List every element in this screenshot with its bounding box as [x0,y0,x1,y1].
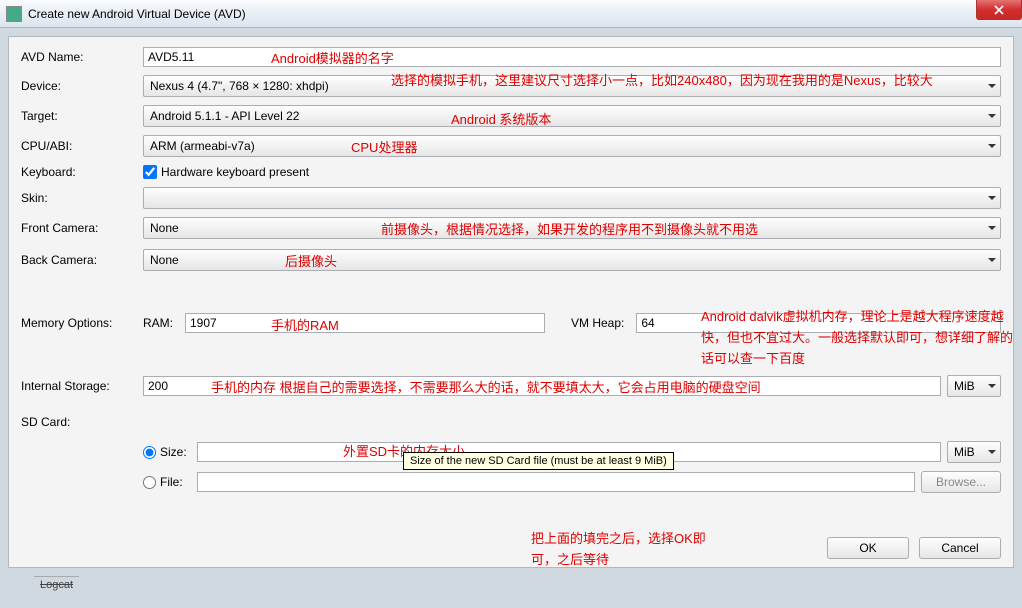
app-icon [6,6,22,22]
front-camera-label: Front Camera: [21,221,143,235]
back-camera-label: Back Camera: [21,253,143,267]
device-label: Device: [21,79,143,93]
front-camera-combo[interactable]: None [143,217,1001,239]
internal-storage-label: Internal Storage: [21,379,143,393]
front-camera-value: None [150,221,179,235]
close-button[interactable] [976,0,1022,20]
sd-size-radio-label: Size: [160,445,187,459]
internal-storage-unit-value: MiB [954,379,975,393]
chevron-down-icon [988,114,996,118]
keyboard-checkbox[interactable] [143,165,157,179]
sd-card-label: SD Card: [21,415,143,429]
cpuabi-label: CPU/ABI: [21,139,143,153]
dialog-body: AVD Name: Android模拟器的名字 Device: Nexus 4 … [8,36,1014,568]
chevron-down-icon [988,226,996,230]
target-label: Target: [21,109,143,123]
sd-file-radio-label: File: [160,475,183,489]
keyboard-label: Keyboard: [21,165,143,179]
target-combo[interactable]: Android 5.1.1 - API Level 22 [143,105,1001,127]
sd-size-radio[interactable] [143,446,156,459]
sd-size-input[interactable] [197,442,941,462]
back-camera-combo[interactable]: None [143,249,1001,271]
titlebar: Create new Android Virtual Device (AVD) [0,0,1022,28]
avd-name-label: AVD Name: [21,50,143,64]
annotation-final: 把上面的填完之后，选择OK即可，之后等待 [531,529,711,571]
sd-card-group: Size: MiB 外置SD卡的内存大小 Size of the new SD … [143,437,1001,505]
ram-label: RAM: [143,316,173,330]
chevron-down-icon [988,450,996,454]
vm-heap-input[interactable] [636,313,1001,333]
chevron-down-icon [988,144,996,148]
cancel-button[interactable]: Cancel [919,537,1001,559]
keyboard-checkbox-label: Hardware keyboard present [161,165,309,179]
avd-name-input[interactable] [143,47,1001,67]
target-combo-value: Android 5.1.1 - API Level 22 [150,109,299,123]
cpuabi-combo-value: ARM (armeabi-v7a) [150,139,255,153]
chevron-down-icon [988,258,996,262]
sd-file-input [197,472,915,492]
device-combo-value: Nexus 4 (4.7", 768 × 1280: xhdpi) [150,79,329,93]
ram-input[interactable] [185,313,545,333]
chevron-down-icon [988,384,996,388]
vm-heap-label: VM Heap: [571,316,624,330]
sd-file-radio[interactable] [143,476,156,489]
back-camera-value: None [150,253,179,267]
taskbar-item: Logcat [34,576,79,593]
window-title: Create new Android Virtual Device (AVD) [28,7,246,21]
browse-button: Browse... [921,471,1001,493]
ok-button[interactable]: OK [827,537,909,559]
sd-size-unit-value: MiB [954,445,975,459]
chevron-down-icon [988,196,996,200]
skin-combo[interactable] [143,187,1001,209]
memory-options-label: Memory Options: [21,316,143,330]
cpuabi-combo[interactable]: ARM (armeabi-v7a) [143,135,1001,157]
internal-storage-input[interactable] [143,376,941,396]
chevron-down-icon [988,84,996,88]
skin-label: Skin: [21,191,143,205]
internal-storage-unit-combo[interactable]: MiB [947,375,1001,397]
sd-size-unit-combo[interactable]: MiB [947,441,1001,463]
device-combo[interactable]: Nexus 4 (4.7", 768 × 1280: xhdpi) [143,75,1001,97]
